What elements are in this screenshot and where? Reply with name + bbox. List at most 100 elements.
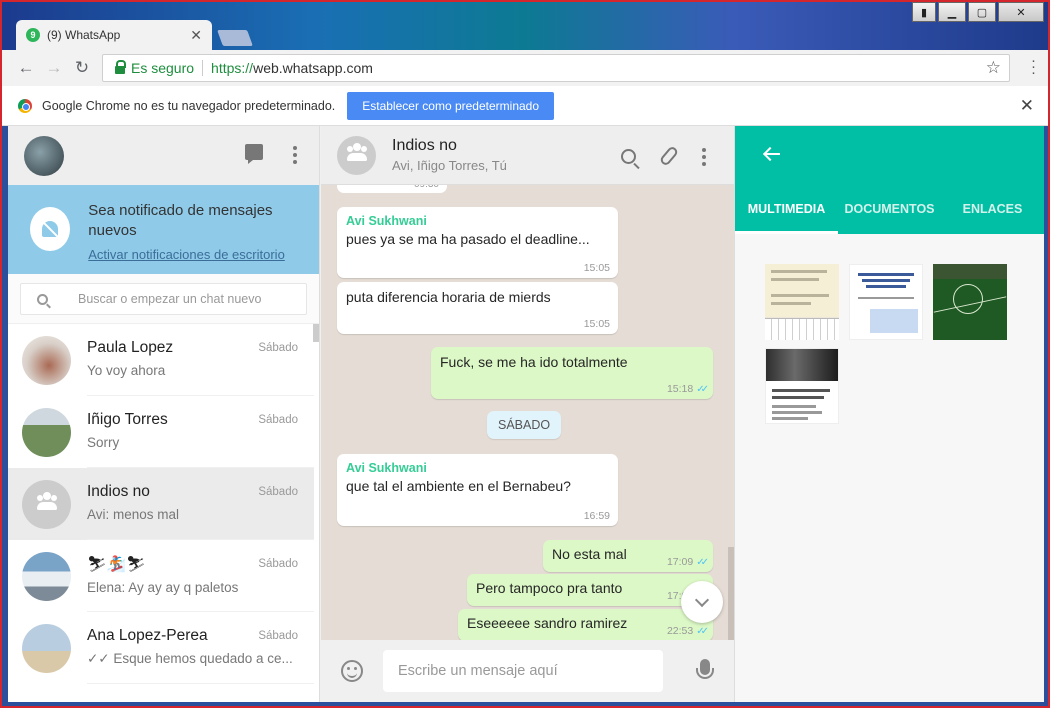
group-avatar[interactable] <box>337 135 376 175</box>
message-time: 17:09✓✓ <box>666 556 709 568</box>
day-separator: SÁBADO <box>487 411 562 439</box>
menu-icon[interactable] <box>293 144 297 164</box>
new-chat-icon[interactable] <box>245 144 263 164</box>
default-browser-infobar: Google Chrome no es tu navegador predete… <box>2 86 1048 126</box>
media-panel: MULTIMEDIA DOCUMENTOS ENLACES <box>734 126 1044 702</box>
message-input[interactable] <box>383 650 663 692</box>
search-input[interactable]: Buscar o empezar un chat nuevo <box>20 283 307 315</box>
media-thumbnail[interactable] <box>765 348 839 424</box>
back-arrow-icon[interactable] <box>763 145 781 163</box>
avatar <box>22 623 71 673</box>
message-time: 15:18 ✓✓ <box>666 383 709 395</box>
message-time: 15:05 <box>583 262 610 274</box>
maximize-button[interactable]: ▢ <box>968 2 996 22</box>
search-icon[interactable] <box>621 148 636 164</box>
chat-item[interactable]: Iñigo Torres Sorry Sábado <box>8 396 314 468</box>
conversation-title: Indios no <box>392 137 457 154</box>
close-window-button[interactable]: ✕ <box>998 2 1044 22</box>
close-infobar-icon[interactable]: ✕ <box>1020 96 1034 116</box>
conversation-members: Avi, Iñigo Torres, Tú <box>392 158 507 173</box>
message-bubble-outgoing: Pero tampoco pra tanto 17:09✓✓ <box>467 574 713 606</box>
message-time: 16:59 <box>583 510 610 522</box>
browser-menu-icon[interactable]: · · · <box>1031 53 1036 80</box>
read-ticks-icon: ✓✓ <box>696 626 709 637</box>
group-icon <box>346 143 367 161</box>
lock-icon <box>115 60 126 74</box>
sidebar: Sea notificado de mensajes nuevos Activa… <box>8 126 320 702</box>
chat-item[interactable]: Ana Lopez-Perea ✓✓ Esque hemos quedado a… <box>8 612 314 684</box>
url-host: web.whatsapp.com <box>253 60 373 76</box>
message-text: pues ya se ma ha pasado el deadline... <box>346 231 590 247</box>
conversation-header[interactable]: Indios no Avi, Iñigo Torres, Tú <box>321 126 734 185</box>
avatar <box>22 407 71 457</box>
notification-title: Sea notificado de mensajes nuevos <box>88 202 273 239</box>
media-thumbnail[interactable] <box>849 264 923 340</box>
tab-title: (9) WhatsApp <box>47 28 121 42</box>
message-sender: Avi Sukhwani <box>346 461 427 475</box>
chat-last-message: Avi: menos mal <box>87 507 180 522</box>
tab-enlaces[interactable]: ENLACES <box>941 184 1044 234</box>
message-bubble-outgoing: Fuck, se me ha ido totalmente 15:18 ✓✓ <box>431 347 713 399</box>
message-bubble: Avi Sukhwani que tal el ambiente en el B… <box>337 454 618 526</box>
reload-icon[interactable]: ↻ <box>68 58 96 78</box>
chat-last-message: Yo voy ahora <box>87 363 166 378</box>
search-bar: Buscar o empezar un chat nuevo <box>8 274 319 324</box>
chat-time: Sábado <box>258 558 298 570</box>
scroll-to-bottom-button[interactable] <box>681 581 723 623</box>
chat-item[interactable]: ⛷🏂⛷ Elena: Ay ay ay q paletos Sábado <box>8 540 314 612</box>
message-sender: Avi Sukhwani <box>346 214 427 228</box>
window-controls: ▮ ▁ ▢ ✕ <box>912 2 1044 22</box>
avatar <box>22 551 71 601</box>
back-arrow-icon[interactable]: ← <box>12 58 40 78</box>
new-tab-button[interactable] <box>217 30 253 46</box>
address-bar[interactable]: Es seguro https://web.whatsapp.com ☆ <box>102 54 1010 82</box>
notification-banner[interactable]: Sea notificado de mensajes nuevos Activa… <box>8 185 319 274</box>
media-thumbnail[interactable] <box>765 264 839 340</box>
chrome-logo-icon <box>18 98 32 113</box>
whatsapp-favicon: 9 <box>26 28 40 42</box>
chat-item-selected[interactable]: Indios no Avi: menos mal Sábado <box>8 468 314 540</box>
title-bar: 9 (9) WhatsApp ✕ ▮ ▁ ▢ ✕ <box>2 2 1048 50</box>
avatar <box>22 335 71 385</box>
set-default-button[interactable]: Establecer como predeterminado <box>347 91 555 120</box>
minimize-button[interactable]: ▁ <box>938 2 966 22</box>
bookmark-star-icon[interactable]: ☆ <box>986 58 1001 78</box>
search-placeholder: Buscar o empezar un chat nuevo <box>78 292 262 306</box>
search-icon <box>37 293 48 305</box>
media-thumbnail[interactable] <box>933 264 1007 340</box>
media-tabs: MULTIMEDIA DOCUMENTOS ENLACES <box>735 184 1044 234</box>
sidebar-header <box>8 126 319 185</box>
chat-last-message: Elena: Ay ay ay q paletos <box>87 580 239 595</box>
infobar-message: Google Chrome no es tu navegador predete… <box>42 98 336 113</box>
tab-documentos[interactable]: DOCUMENTOS <box>838 184 941 234</box>
read-ticks-icon: ✓✓ <box>696 384 709 395</box>
tab-multimedia[interactable]: MULTIMEDIA <box>735 184 838 234</box>
chat-list-scrollbar[interactable] <box>313 324 319 342</box>
message-time: 09:30 <box>337 185 447 193</box>
message-text: que tal el ambiente en el Bernabeu? <box>346 478 571 494</box>
forward-arrow-icon[interactable]: → <box>40 58 68 78</box>
message-time: 15:05 <box>583 318 610 330</box>
group-icon <box>36 492 57 510</box>
message-list: 09:30 Avi Sukhwani pues ya se ma ha pasa… <box>321 185 734 640</box>
chat-time: Sábado <box>258 630 298 642</box>
microphone-icon[interactable] <box>696 659 714 679</box>
message-text: Pero tampoco pra tanto <box>476 580 623 596</box>
profile-icon[interactable]: ▮ <box>912 2 936 22</box>
media-grid <box>765 264 1015 424</box>
compose-bar <box>321 640 734 702</box>
close-tab-icon[interactable]: ✕ <box>190 27 202 44</box>
menu-icon[interactable] <box>702 146 706 166</box>
my-avatar[interactable] <box>24 135 64 176</box>
divider <box>202 60 204 76</box>
enable-notifications-link[interactable]: Activar notificaciones de escritorio <box>88 247 305 262</box>
muted-bell-icon <box>30 207 71 251</box>
secure-label: Es seguro <box>131 60 195 76</box>
browser-tab[interactable]: 9 (9) WhatsApp ✕ <box>16 20 212 50</box>
group-avatar <box>22 479 71 529</box>
chat-time: Sábado <box>258 414 298 426</box>
chat-item[interactable]: Paula Lopez Yo voy ahora Sábado <box>8 324 314 396</box>
attach-icon[interactable] <box>658 145 680 167</box>
message-text: Fuck, se me ha ido totalmente <box>440 354 628 370</box>
emoji-icon[interactable] <box>341 660 363 682</box>
